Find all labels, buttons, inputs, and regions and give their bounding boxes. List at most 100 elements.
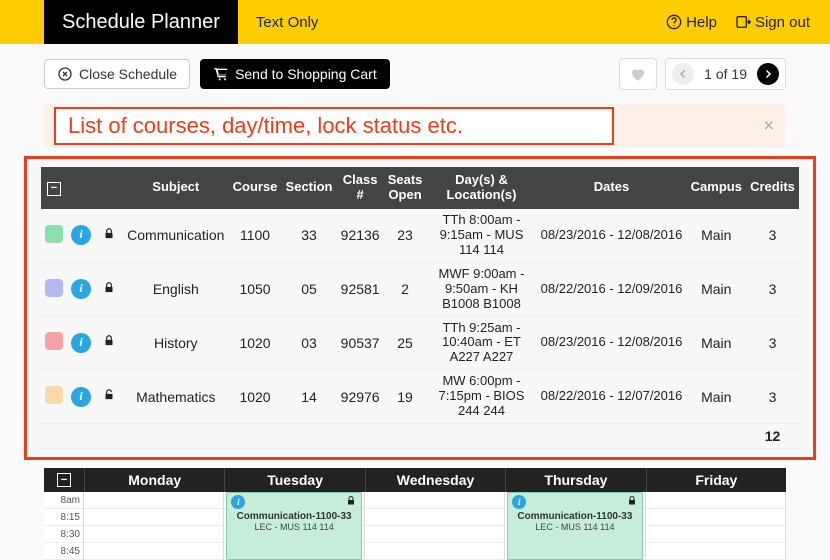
- pager: 1 of 19: [665, 58, 786, 90]
- signout-icon: [735, 14, 751, 30]
- favorite-button[interactable]: [619, 58, 657, 90]
- event-loc: LEC - MUS 114 114: [512, 522, 637, 532]
- th-credits[interactable]: Credits: [746, 167, 799, 209]
- pager-area: 1 of 19: [619, 58, 786, 90]
- th-dates[interactable]: Dates: [536, 167, 686, 209]
- alert-close[interactable]: ×: [763, 116, 774, 137]
- cell-classno: 90537: [337, 316, 384, 370]
- th-course[interactable]: Course: [229, 167, 282, 209]
- event-title: Communication-1100-33: [231, 511, 356, 522]
- color-swatch: [45, 225, 63, 243]
- total-row: 12: [41, 424, 799, 449]
- color-swatch: [45, 279, 63, 297]
- lock-icon[interactable]: [345, 495, 357, 507]
- course-table: − Subject Course Section Class # Seats O…: [41, 167, 799, 449]
- pager-next[interactable]: [757, 63, 779, 85]
- cell-classno: 92136: [337, 209, 384, 262]
- week-header: − Monday Tuesday Wednesday Thursday Frid…: [44, 468, 786, 492]
- th-info: [67, 167, 95, 209]
- table-row[interactable]: iCommunication1100339213623TTh 8:00am - …: [41, 209, 799, 262]
- time-815: 8:15: [44, 509, 83, 526]
- cell-credits: 3: [746, 316, 799, 370]
- lock-icon[interactable]: [102, 334, 116, 348]
- signout-label: Sign out: [755, 14, 810, 31]
- cell-subject: History: [123, 316, 229, 370]
- signout-link[interactable]: Sign out: [735, 14, 810, 31]
- day-thursday: Thursday: [505, 468, 645, 492]
- course-table-box: − Subject Course Section Class # Seats O…: [24, 156, 816, 460]
- cell-section: 03: [281, 316, 336, 370]
- info-icon[interactable]: i: [71, 225, 91, 245]
- cell-campus: Main: [687, 209, 746, 262]
- cell-section: 14: [281, 370, 336, 424]
- cell-daysloc: MW 6:00pm - 7:15pm - BIOS 244 244: [426, 370, 536, 424]
- event-info-icon[interactable]: i: [512, 495, 526, 509]
- th-seats[interactable]: Seats Open: [384, 167, 427, 209]
- cell-dates: 08/23/2016 - 12/08/2016: [536, 316, 686, 370]
- event-info-icon[interactable]: i: [231, 495, 245, 509]
- info-icon[interactable]: i: [71, 387, 91, 407]
- col-monday[interactable]: [84, 492, 224, 560]
- th-subject[interactable]: Subject: [123, 167, 229, 209]
- cell-subject: English: [123, 262, 229, 316]
- event-tuesday-comm[interactable]: i Communication-1100-33 LEC - MUS 114 11…: [226, 492, 361, 560]
- total-credits: 12: [746, 424, 799, 449]
- close-schedule-label: Close Schedule: [79, 66, 177, 82]
- th-lock: [95, 167, 123, 209]
- week-collapse[interactable]: −: [44, 468, 84, 492]
- day-tuesday: Tuesday: [224, 468, 364, 492]
- time-col: 8am 8:15 8:30 8:45: [44, 492, 84, 560]
- lock-icon[interactable]: [102, 281, 116, 295]
- th-campus[interactable]: Campus: [687, 167, 746, 209]
- col-tuesday[interactable]: i Communication-1100-33 LEC - MUS 114 11…: [224, 492, 364, 560]
- cell-dates: 08/22/2016 - 12/07/2016: [536, 370, 686, 424]
- event-thursday-comm[interactable]: i Communication-1100-33 LEC - MUS 114 11…: [507, 492, 642, 560]
- time-845: 8:45: [44, 543, 83, 560]
- lock-icon[interactable]: [102, 227, 116, 241]
- cell-dates: 08/23/2016 - 12/08/2016: [536, 209, 686, 262]
- col-wednesday[interactable]: [365, 492, 505, 560]
- th-collapse[interactable]: −: [41, 167, 67, 209]
- cart-icon: [213, 66, 229, 82]
- lock-icon[interactable]: [102, 388, 116, 402]
- col-thursday[interactable]: i Communication-1100-33 LEC - MUS 114 11…: [505, 492, 645, 560]
- cell-campus: Main: [687, 316, 746, 370]
- event-loc: LEC - MUS 114 114: [231, 522, 356, 532]
- col-friday[interactable]: [646, 492, 786, 560]
- cell-dates: 08/22/2016 - 12/09/2016: [536, 262, 686, 316]
- table-row[interactable]: iEnglish105005925812MWF 9:00am - 9:50am …: [41, 262, 799, 316]
- help-link[interactable]: Help: [666, 14, 717, 31]
- cell-daysloc: TTh 8:00am - 9:15am - MUS 114 114: [426, 209, 536, 262]
- info-icon[interactable]: i: [71, 279, 91, 299]
- cell-campus: Main: [687, 370, 746, 424]
- cell-seats: 19: [384, 370, 427, 424]
- cell-seats: 25: [384, 316, 427, 370]
- th-daysloc[interactable]: Day(s) & Location(s): [426, 167, 536, 209]
- callout-box: List of courses, day/time, lock status e…: [54, 107, 614, 145]
- cell-course: 1020: [229, 370, 282, 424]
- brand-title: Schedule Planner: [44, 0, 238, 44]
- help-label: Help: [686, 14, 717, 31]
- time-8am: 8am: [44, 492, 83, 509]
- close-schedule-button[interactable]: Close Schedule: [44, 59, 190, 89]
- top-bar: Schedule Planner Text Only Help Sign out: [0, 0, 830, 44]
- pager-prev[interactable]: [672, 63, 694, 85]
- action-bar: Close Schedule Send to Shopping Cart 1 o…: [0, 44, 830, 104]
- lock-icon[interactable]: [626, 495, 638, 507]
- info-icon[interactable]: i: [71, 333, 91, 353]
- send-cart-button[interactable]: Send to Shopping Cart: [200, 59, 390, 89]
- cell-classno: 92581: [337, 262, 384, 316]
- top-right: Help Sign out: [666, 14, 818, 31]
- table-row[interactable]: iMathematics1020149297619MW 6:00pm - 7:1…: [41, 370, 799, 424]
- week-body: 8am 8:15 8:30 8:45 i Communication-1100-…: [44, 492, 786, 560]
- th-section[interactable]: Section: [281, 167, 336, 209]
- cell-course: 1020: [229, 316, 282, 370]
- table-row[interactable]: iHistory1020039053725TTh 9:25am - 10:40a…: [41, 316, 799, 370]
- text-only-link[interactable]: Text Only: [256, 14, 319, 31]
- cell-section: 05: [281, 262, 336, 316]
- th-classno[interactable]: Class #: [337, 167, 384, 209]
- cell-course: 1050: [229, 262, 282, 316]
- day-wednesday: Wednesday: [365, 468, 505, 492]
- close-circle-icon: [57, 66, 73, 82]
- cell-seats: 2: [384, 262, 427, 316]
